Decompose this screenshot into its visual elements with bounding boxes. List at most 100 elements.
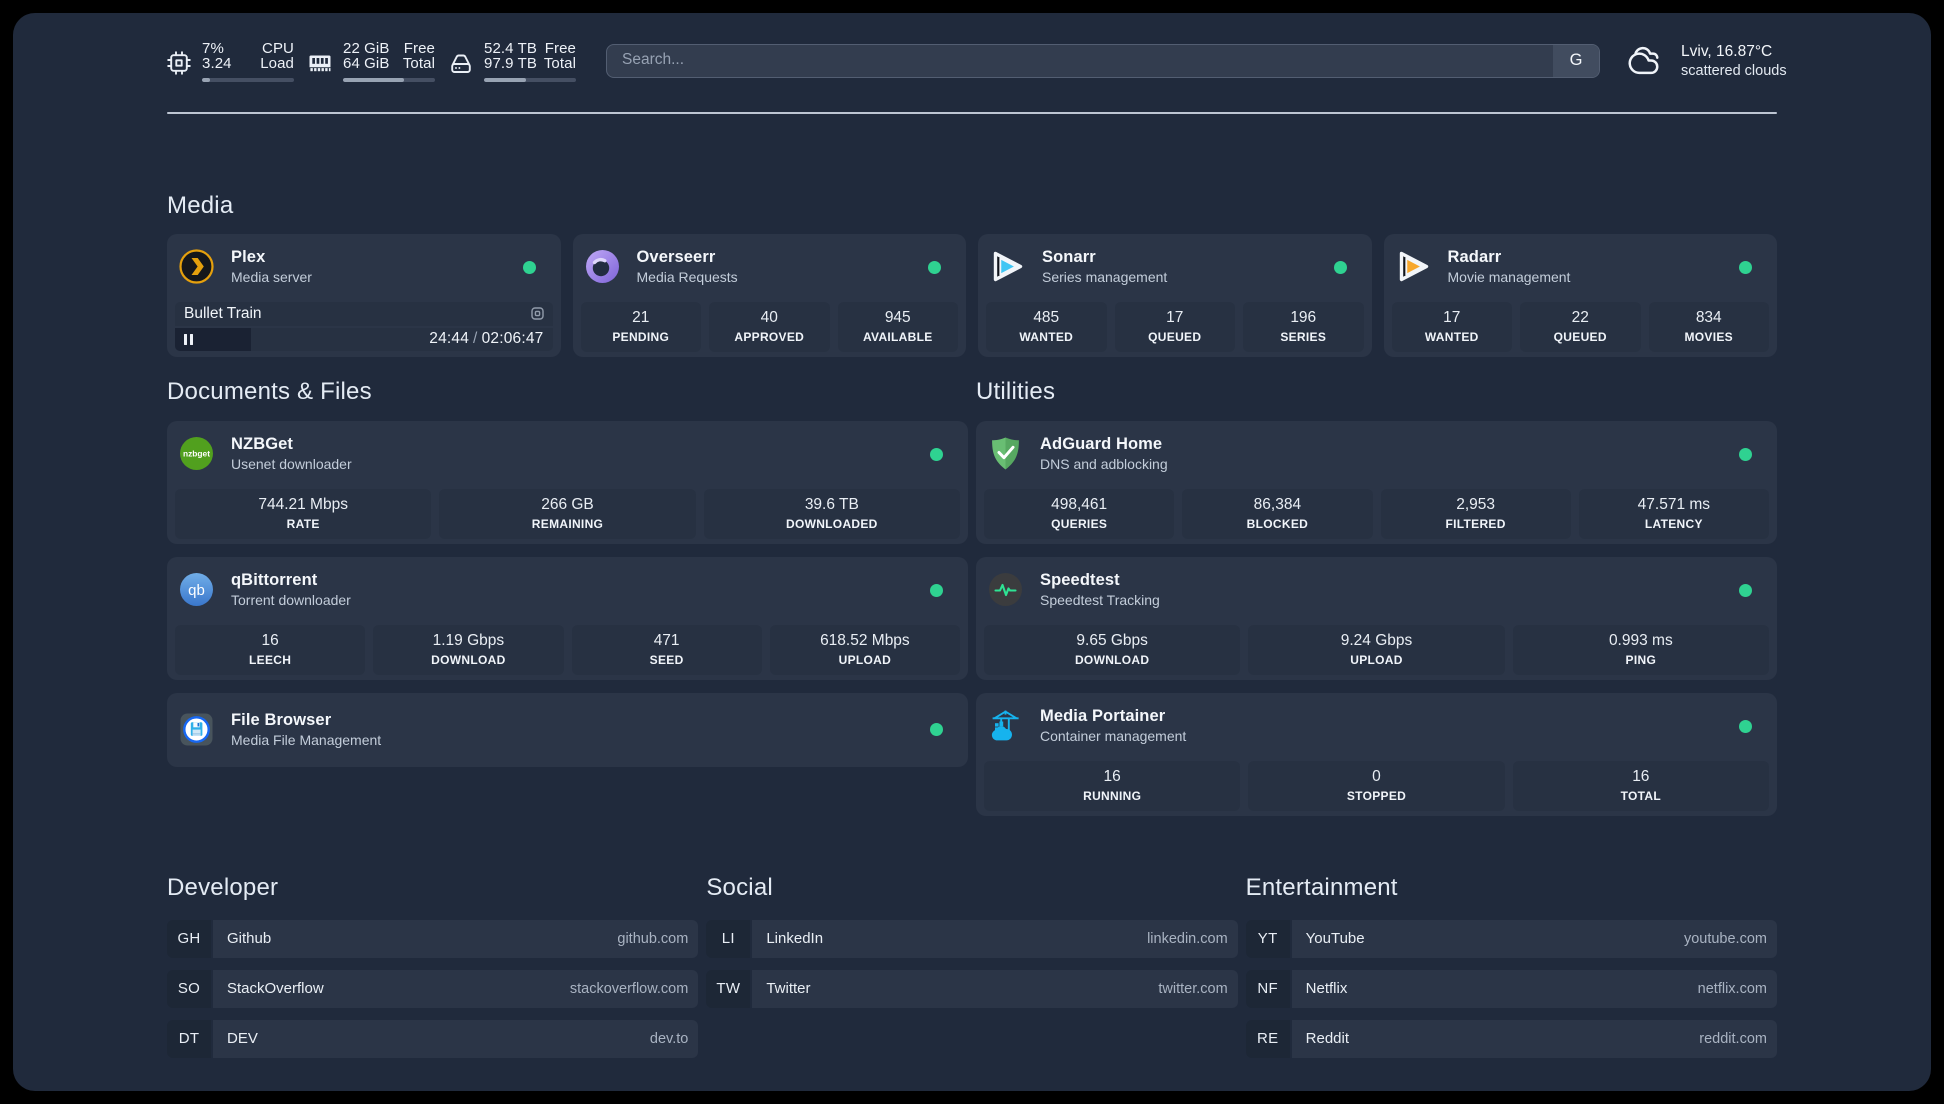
service-card-filebrowser[interactable]: File Browser Media File Management: [167, 692, 968, 767]
search-input[interactable]: [607, 44, 1553, 77]
bookmark-url: github.com: [617, 930, 689, 947]
bookmark-abbr: DT: [167, 1019, 211, 1058]
service-card-speedtest[interactable]: Speedtest Speedtest Tracking 9.65 Gbps D…: [976, 556, 1777, 680]
search-provider-button[interactable]: G: [1553, 44, 1599, 77]
service-titles: Sonarr Series management: [1042, 248, 1167, 285]
service-titles: Media Portainer Container management: [1040, 707, 1186, 744]
status-dot-online: [1739, 583, 1752, 597]
stat-value: 266 GB: [541, 496, 594, 513]
resource-widgets: 7% CPU 3.24 Load 22 GiB Free 64 GiB Tota…: [167, 41, 576, 82]
bookmark-github[interactable]: GH Github github.com: [167, 919, 699, 958]
service-card-qbittorrent[interactable]: qb qBittorrent Torrent downloader 16 LEE…: [167, 556, 968, 680]
service-stats-row: 21 PENDING 40 APPROVED 945 AVAILABLE: [580, 301, 958, 352]
memory-progress-fill: [343, 78, 404, 82]
dashboard-container: 7% CPU 3.24 Load 22 GiB Free 64 GiB Tota…: [167, 41, 1787, 1058]
stat-value: 834: [1695, 309, 1722, 326]
stat-label: PING: [1625, 653, 1657, 667]
service-title: Plex: [231, 248, 266, 266]
bookmark-url: linkedin.com: [1147, 930, 1228, 947]
stat-label: APPROVED: [734, 330, 805, 344]
plex-time-separator: /: [473, 330, 478, 347]
bookmark-dev[interactable]: DT DEV dev.to: [167, 1019, 699, 1058]
stat-value: 22: [1571, 309, 1589, 326]
stat-value: 17: [1443, 309, 1461, 326]
service-card-radarr[interactable]: Radarr Movie management 17 WANTED 22 QUE…: [1383, 233, 1777, 357]
bookmark-youtube[interactable]: YT YouTube youtube.com: [1245, 919, 1777, 958]
service-subtitle: Container management: [1040, 728, 1187, 744]
status-dot-online: [928, 260, 941, 274]
stat-block: 196 SERIES: [1243, 301, 1364, 352]
stat-label: MOVIES: [1684, 330, 1733, 344]
stat-label: RATE: [286, 517, 320, 531]
disk-progress-fill: [484, 78, 527, 82]
service-subtitle: Movie management: [1447, 269, 1571, 285]
stat-value: 0: [1372, 768, 1381, 785]
stat-block: 16 TOTAL: [1512, 760, 1769, 811]
pause-icon[interactable]: [184, 333, 193, 345]
stat-label: PENDING: [612, 330, 670, 344]
bookmark-netflix[interactable]: NF Netflix netflix.com: [1245, 969, 1777, 1008]
stat-block: 0 STOPPED: [1248, 760, 1505, 811]
stat-label: TOTAL: [1620, 789, 1662, 803]
bookmark-twitter[interactable]: TW Twitter twitter.com: [706, 969, 1238, 1008]
bookmark-abbr: TW: [706, 969, 751, 1008]
stat-label: REMAINING: [531, 517, 604, 531]
service-header: Sonarr Series management: [990, 248, 1364, 285]
service-card-overseerr[interactable]: Overseerr Media Requests 21 PENDING 40 A…: [572, 233, 966, 357]
stat-block: 1.19 Gbps DOWNLOAD: [373, 624, 564, 675]
bookmark-name: YouTube: [1305, 930, 1365, 947]
bookmark-body: StackOverflow stackoverflow.com: [213, 969, 699, 1008]
service-stats-row: 744.21 Mbps RATE 266 GB REMAINING 39.6 T…: [175, 488, 960, 539]
resource-row: 64 GiB Total: [343, 54, 435, 72]
service-title: Media Portainer: [1040, 707, 1166, 725]
bookmark-abbr: SO: [167, 969, 211, 1008]
stat-block: 16 RUNNING: [984, 760, 1241, 811]
section-utilities: Utilities AdGuard Home DNS and adblockin…: [976, 378, 1777, 816]
service-card-nzbget[interactable]: nzbget NZBGet Usenet downloader 744.21 M…: [167, 420, 968, 544]
service-card-plex[interactable]: Plex Media server Bullet Train 24:44 / 0…: [167, 233, 561, 357]
service-card-adguard[interactable]: AdGuard Home DNS and adblocking 498,461 …: [976, 420, 1777, 544]
stat-label: DOWNLOAD: [431, 653, 506, 667]
service-header: File Browser Media File Management: [179, 711, 960, 748]
service-title: Radarr: [1447, 248, 1502, 266]
bookmark-reddit[interactable]: RE Reddit reddit.com: [1245, 1019, 1777, 1058]
service-card-sonarr[interactable]: Sonarr Series management 485 WANTED 17 Q…: [978, 233, 1372, 357]
resource-row: 3.24 Load: [202, 54, 294, 72]
stat-block: 2,953 FILTERED: [1380, 488, 1571, 539]
bookmark-linkedin[interactable]: LI LinkedIn linkedin.com: [706, 919, 1238, 958]
cpu-load-value: 3.24: [202, 54, 232, 72]
stat-block: 22 QUEUED: [1520, 301, 1641, 352]
service-title: NZBGet: [231, 435, 294, 453]
service-subtitle: Series management: [1042, 269, 1168, 285]
stat-block: 47.571 ms LATENCY: [1578, 488, 1769, 539]
stat-block: 40 APPROVED: [709, 301, 830, 352]
memory-total-value: 64 GiB: [343, 54, 390, 72]
status-dot-online: [1739, 260, 1752, 274]
search-bar: G: [606, 43, 1600, 78]
service-header: Media Portainer Container management: [988, 707, 1769, 744]
memory-total-label: Total: [402, 54, 435, 72]
service-titles: qBittorrent Torrent downloader: [231, 571, 351, 608]
bookmark-url: netflix.com: [1697, 980, 1767, 997]
stat-block: 945 AVAILABLE: [837, 301, 958, 352]
stat-block: 744.21 Mbps RATE: [175, 488, 432, 539]
bookmark-abbr: LI: [706, 919, 751, 958]
status-dot-online: [930, 722, 943, 736]
stat-block: 21 PENDING: [580, 301, 701, 352]
status-dot-online: [522, 260, 536, 274]
overseerr-icon: [585, 249, 620, 284]
stat-value: 16: [1103, 768, 1121, 785]
bookmark-stackoverflow[interactable]: SO StackOverflow stackoverflow.com: [167, 969, 699, 1008]
service-card-portainer[interactable]: Media Portainer Container management 16 …: [976, 692, 1777, 816]
bookmark-url: twitter.com: [1158, 980, 1228, 997]
memory-widget: 22 GiB Free 64 GiB Total: [308, 41, 435, 82]
bookmark-abbr: YT: [1245, 919, 1290, 958]
resource-row: 97.9 TB Total: [484, 56, 576, 72]
stat-value: 16: [261, 632, 279, 649]
section-title-documents: Documents & Files: [167, 377, 372, 405]
stat-block: 485 WANTED: [986, 301, 1107, 352]
service-titles: File Browser Media File Management: [231, 711, 381, 748]
svg-text:qb: qb: [188, 582, 205, 599]
stat-label: UPLOAD: [838, 653, 892, 667]
stat-label: FILTERED: [1445, 517, 1506, 531]
